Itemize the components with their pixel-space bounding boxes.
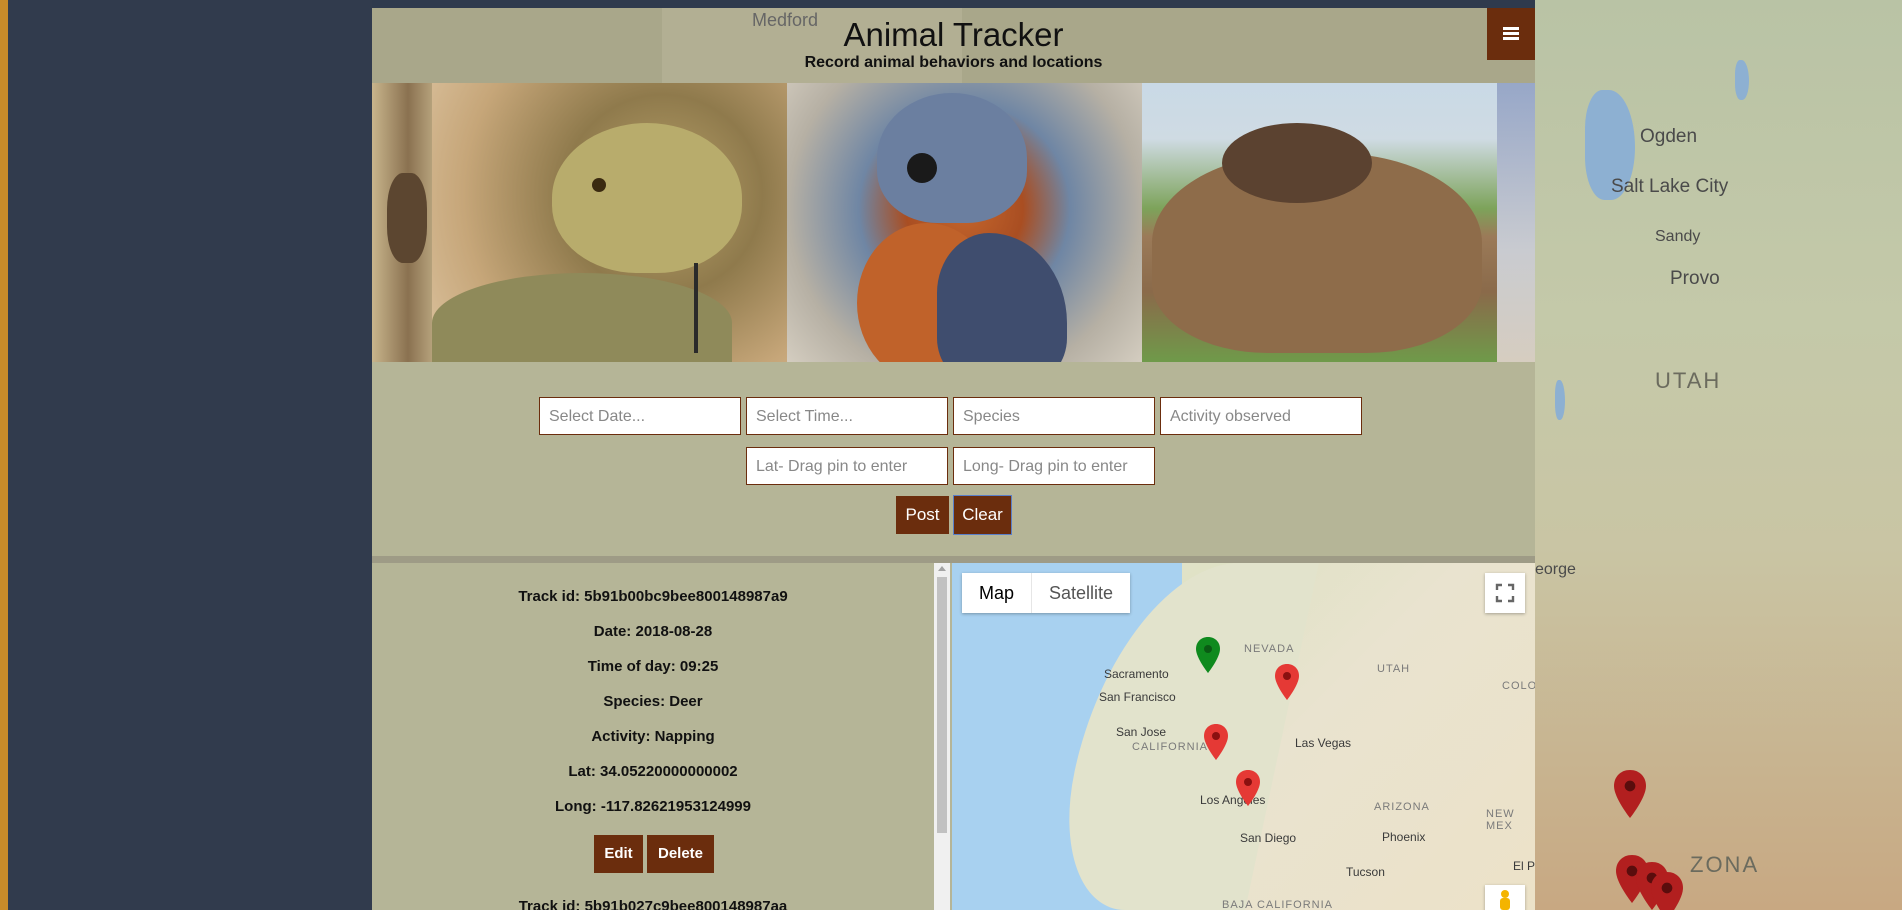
- map-city-label: El P: [1513, 859, 1535, 873]
- snake-head: [552, 123, 742, 273]
- activity-input[interactable]: Activity observed: [1160, 397, 1362, 435]
- page-title: Animal Tracker: [843, 16, 1064, 53]
- bear-cub: [1222, 123, 1372, 203]
- street-view-pegman[interactable]: [1485, 885, 1525, 910]
- main-card: Medford Animal Tracker Record animal beh…: [372, 8, 1535, 910]
- map-tab[interactable]: Map: [962, 573, 1031, 613]
- latitude-input[interactable]: Lat- Drag pin to enter: [746, 447, 948, 485]
- map-state-label: NEVADA: [1244, 643, 1295, 655]
- edit-button[interactable]: Edit: [594, 835, 643, 873]
- delete-button[interactable]: Delete: [647, 835, 714, 873]
- page-subtitle: Record animal behaviors and locations: [804, 54, 1103, 71]
- background-map: Ogden Salt Lake City Sandy Provo eorge U…: [1535, 0, 1902, 910]
- map-city-label: Tucson: [1346, 865, 1385, 879]
- record-date: Date: 2018-08-28: [593, 623, 713, 640]
- map-city-label: Las Vegas: [1295, 736, 1352, 750]
- fullscreen-button[interactable]: [1485, 573, 1525, 613]
- clear-button[interactable]: Clear: [953, 495, 1012, 535]
- scrollbar-thumb[interactable]: [937, 577, 947, 833]
- carousel-slide-rattlesnake: [432, 83, 787, 362]
- map-city-label: Sacramento: [1104, 667, 1169, 681]
- carousel-slide-next: [1497, 83, 1535, 362]
- map-state-label: CALIFORNIA: [1132, 741, 1209, 753]
- bg-city-label: Salt Lake City: [1611, 176, 1729, 197]
- bg-map-pin: [1614, 770, 1646, 818]
- record-species: Species: Deer: [603, 693, 703, 710]
- time-input[interactable]: Select Time...: [746, 397, 948, 435]
- satellite-tab[interactable]: Satellite: [1031, 573, 1130, 613]
- map-city-label: San Francisco: [1099, 690, 1176, 704]
- kestrel-wing: [937, 233, 1067, 362]
- window-edge-strip: [0, 0, 8, 910]
- map-state-label: ARIZONA: [1374, 801, 1430, 813]
- snake-eye: [592, 178, 606, 192]
- kestrel-eye: [907, 153, 937, 183]
- species-input[interactable]: Species: [953, 397, 1155, 435]
- carousel-slide-deer: [372, 83, 432, 362]
- deer-figure: [387, 173, 427, 263]
- record-longitude: Long: -117.82621953124999: [555, 798, 751, 815]
- post-button[interactable]: Post: [896, 496, 949, 534]
- lake: [1735, 60, 1749, 100]
- record-activity: Activity: Napping: [591, 728, 715, 745]
- bg-city-label: eorge: [1535, 561, 1576, 578]
- bg-city-label: Provo: [1670, 268, 1720, 289]
- header: Medford Animal Tracker Record animal beh…: [372, 8, 1535, 83]
- section-divider: [372, 556, 1535, 563]
- map-city-label: Phoenix: [1382, 830, 1426, 844]
- map-state-label: COLO: [1502, 680, 1535, 692]
- record-latitude: Lat: 34.05220000000002: [568, 763, 738, 780]
- records-list[interactable]: Track id: 5b91b00bc9bee800148987a9 Date:…: [372, 563, 934, 910]
- map-type-toggle: Map Satellite: [962, 573, 1131, 613]
- bg-city-label: Ogden: [1640, 126, 1698, 147]
- carousel-slide-bear: [1142, 83, 1497, 362]
- map-city-label: San Diego: [1240, 831, 1297, 845]
- bg-state-label: UTAH: [1655, 368, 1722, 393]
- pegman-icon: [1500, 890, 1510, 910]
- snake-tongue: [694, 263, 698, 353]
- map-city-label: San Jose: [1116, 725, 1167, 739]
- map-pin-red[interactable]: [1204, 724, 1228, 760]
- hamburger-menu-icon: [1503, 27, 1519, 41]
- kestrel-head: [877, 93, 1027, 223]
- map-state-label: NEW MEX: [1486, 808, 1515, 832]
- fullscreen-icon: [1495, 583, 1515, 603]
- map-pin-red[interactable]: [1275, 664, 1299, 700]
- reservoir: [1555, 380, 1565, 420]
- snake-coils: [432, 273, 732, 362]
- left-background-panel: [8, 0, 372, 910]
- carousel-slide-kestrel: [787, 83, 1142, 362]
- map-pin-green[interactable]: [1196, 637, 1220, 673]
- google-map[interactable]: NEVADA UTAH CALIFORNIA ARIZONA NEW MEX C…: [952, 563, 1535, 910]
- bg-state-label: ZONA: [1690, 852, 1760, 877]
- record-track-id: Track id: 5b91b00bc9bee800148987a9: [518, 588, 788, 605]
- date-input[interactable]: Select Date...: [539, 397, 741, 435]
- scroll-up-arrow-icon[interactable]: [938, 566, 946, 571]
- map-state-label: BAJA CALIFORNIA: [1222, 899, 1333, 910]
- bg-map-pin: [1651, 872, 1683, 910]
- observation-form: Select Date... Select Time... Species Ac…: [372, 362, 1535, 558]
- menu-button[interactable]: [1487, 8, 1535, 60]
- image-carousel[interactable]: [372, 83, 1535, 362]
- map-pin-red[interactable]: [1236, 770, 1260, 806]
- map-state-label: UTAH: [1377, 663, 1411, 675]
- record-track-id: Track id: 5b91b027c9bee800148987aa: [518, 898, 788, 910]
- bg-city-label: Sandy: [1655, 228, 1701, 245]
- record-time: Time of day: 09:25: [587, 658, 719, 675]
- records-scrollbar[interactable]: [934, 563, 950, 910]
- longitude-input[interactable]: Long- Drag pin to enter: [953, 447, 1155, 485]
